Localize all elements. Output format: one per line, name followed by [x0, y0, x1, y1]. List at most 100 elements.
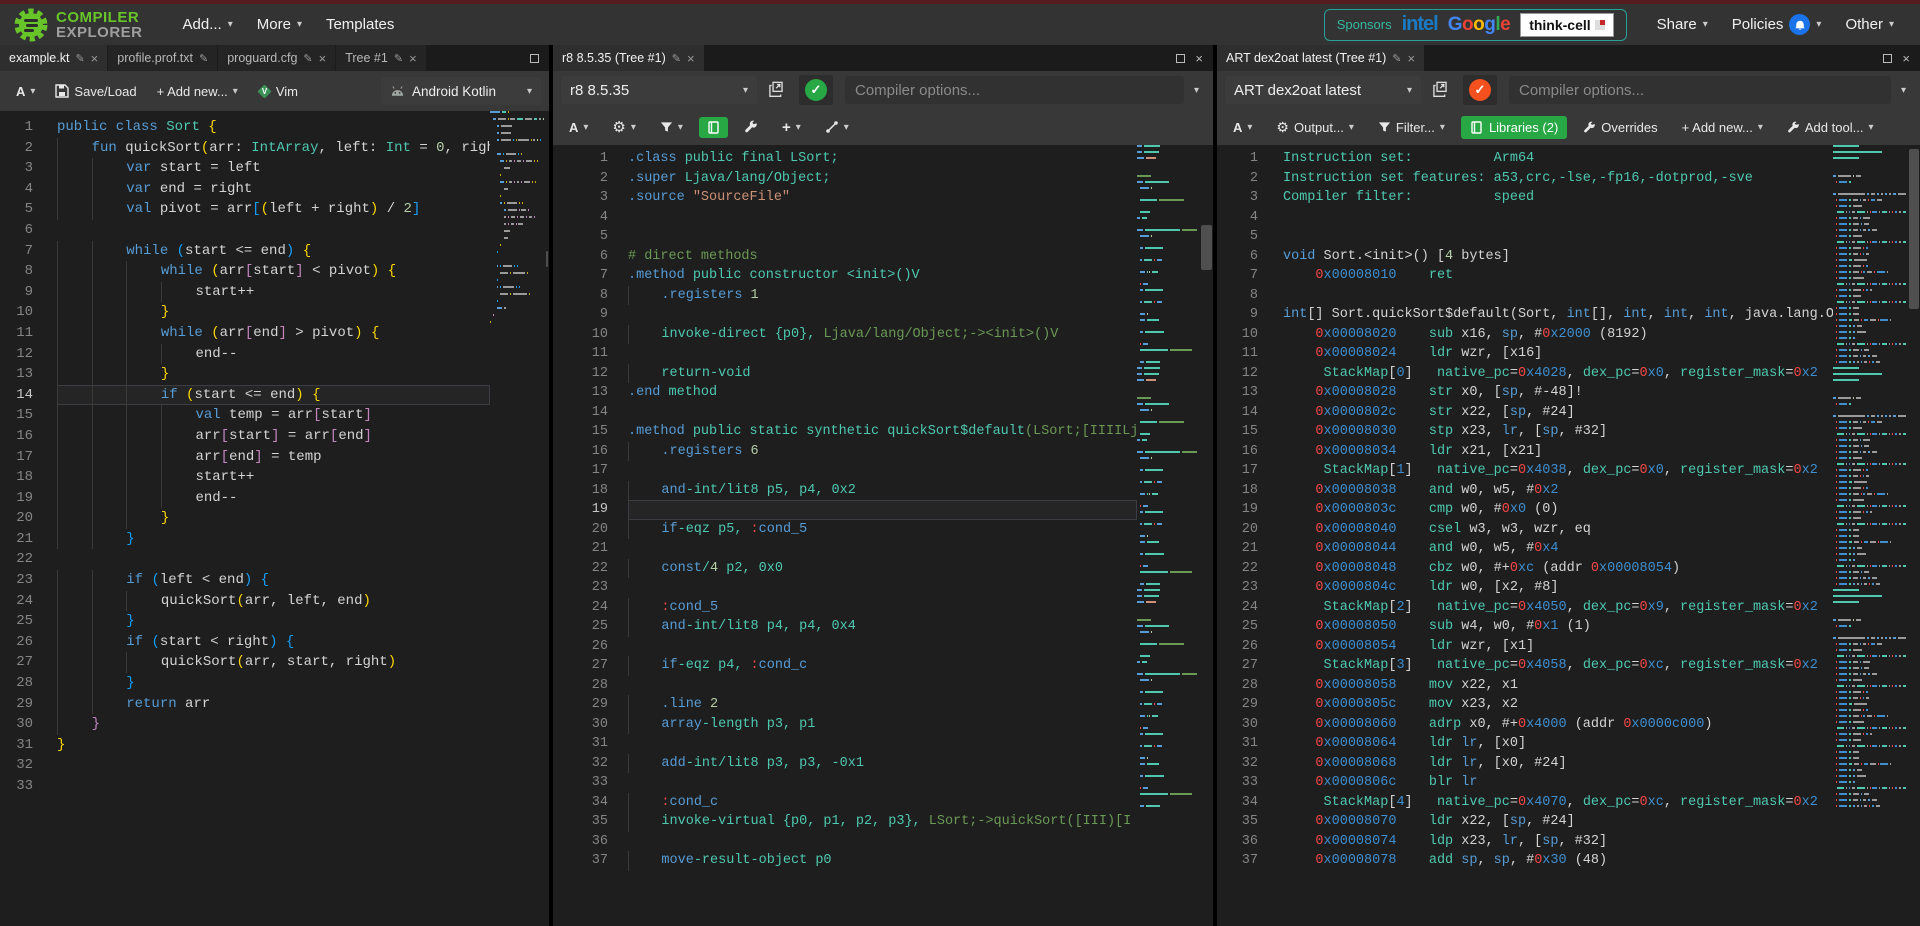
compiler-options-input[interactable]: Compiler options... [845, 76, 1184, 104]
language-select[interactable]: Android Kotlin ▾ [381, 77, 541, 105]
code-line[interactable] [628, 539, 1137, 559]
scrollbar[interactable] [1908, 145, 1920, 926]
code-line[interactable]: } [57, 673, 490, 694]
tab-r8[interactable]: r8 8.5.35 (Tree #1) ✎ × [553, 45, 704, 71]
code-line[interactable]: StackMap[4] native_pc=0x4070, dex_pc=0xc… [1283, 793, 1833, 813]
tab-example-kt[interactable]: example.kt ✎ × [0, 45, 108, 71]
code-line[interactable]: Instruction set features: a53,crc,-lse,-… [1283, 169, 1833, 189]
code-line[interactable]: 0x00008048 cbz w0, #+0xc (addr 0x0000805… [1283, 559, 1833, 579]
code-line[interactable]: .end method [628, 383, 1137, 403]
output-button[interactable]: ⚙ Output... ▾ [1268, 114, 1361, 141]
code-line[interactable]: return arr [57, 693, 490, 715]
art-code-editor[interactable]: 1 2 3 4 5 6 7 8 9 10 11 12 13 14 15 16 17 18 19 20 21 22 23 24 2… [1217, 145, 1920, 926]
code-line[interactable] [1283, 208, 1833, 228]
r8-code-editor[interactable]: 1 2 3 4 5 6 7 8 9 10 11 12 13 14 15 16 17 18 19 20 21 22 23 24 2… [553, 145, 1213, 926]
code-line[interactable] [628, 676, 1137, 696]
code-line[interactable]: 0x00008040 csel w3, w3, wzr, eq [1283, 520, 1833, 540]
code-line[interactable]: StackMap[1] native_pc=0x4038, dex_pc=0x0… [1283, 461, 1833, 481]
code-line[interactable] [628, 500, 1137, 520]
code-line[interactable]: .source "SourceFile" [628, 188, 1137, 208]
code-area[interactable]: public class Sort { fun quickSort(arr: I… [57, 111, 490, 926]
code-line[interactable]: 0x0000805c mov x23, x2 [1283, 695, 1833, 715]
tools-wrench-button[interactable] [736, 115, 766, 139]
rename-icon[interactable]: ✎ [672, 52, 681, 65]
tab-tree-1[interactable]: Tree #1 ✎ × [336, 45, 426, 71]
compiler-select[interactable]: r8 8.5.35 ▾ [561, 76, 757, 104]
code-line[interactable]: start++ [57, 467, 490, 488]
scrollbar-thumb[interactable] [1909, 149, 1919, 309]
tab-proguard-cfg[interactable]: proguard.cfg ✎ × [218, 45, 336, 71]
think-cell-logo[interactable]: think-cell [1520, 12, 1614, 37]
rename-icon[interactable]: ✎ [199, 52, 208, 65]
code-line[interactable] [628, 461, 1137, 481]
code-line[interactable]: 0x00008020 sub x16, sp, #0x2000 (8192) [1283, 325, 1833, 345]
compiler-select[interactable]: ART dex2oat latest ▾ [1225, 76, 1421, 104]
close-icon[interactable]: × [1195, 51, 1203, 66]
menu-policies[interactable]: Policies ▾ [1720, 8, 1834, 41]
code-line[interactable]: if-eqz p4, :cond_c [628, 656, 1137, 676]
libraries-button[interactable]: Libraries (2) [1460, 115, 1568, 139]
minimap[interactable] [490, 111, 545, 926]
code-line[interactable]: if (start <= end) { [57, 384, 490, 406]
code-line[interactable]: 0x00008044 and w0, w5, #0x4 [1283, 539, 1833, 559]
code-line[interactable]: while (start <= end) { [57, 240, 490, 262]
code-line[interactable] [628, 734, 1137, 754]
code-line[interactable]: arr[end] = temp [57, 446, 490, 468]
code-line[interactable]: and-int/lit8 p5, p4, 0x2 [628, 480, 1137, 500]
code-line[interactable]: 0x0000804c ldr w0, [x2, #8] [1283, 578, 1833, 598]
font-size-button[interactable]: A ▾ [1225, 115, 1260, 140]
code-line[interactable]: StackMap[2] native_pc=0x4050, dex_pc=0x9… [1283, 598, 1833, 618]
overrides-button[interactable]: Overrides [1575, 115, 1665, 140]
code-area[interactable]: Instruction set: Arm64 Instruction set fe… [1283, 145, 1833, 926]
code-line[interactable]: 0x00008030 stp x23, lr, [sp, #32] [1283, 422, 1833, 442]
code-line[interactable]: StackMap[3] native_pc=0x4058, dex_pc=0xc… [1283, 656, 1833, 676]
code-line[interactable]: start++ [57, 281, 490, 303]
font-size-button[interactable]: A ▾ [561, 115, 596, 140]
code-line[interactable]: fun quickSort(arr: IntArray, left: Int =… [57, 137, 490, 159]
add-tool-button[interactable]: Add tool... ▾ [1779, 115, 1882, 140]
open-in-new-window-icon[interactable] [769, 81, 787, 99]
code-line[interactable]: 0x00008070 ldr x22, [sp, #24] [1283, 812, 1833, 832]
compiler-explorer-logo[interactable]: COMPILER EXPLORER [14, 8, 143, 42]
code-line[interactable] [628, 403, 1137, 423]
code-line[interactable]: } [57, 611, 490, 632]
minimap[interactable] [1137, 145, 1197, 926]
code-line[interactable]: .registers 6 [628, 441, 1137, 461]
save-load-button[interactable]: Save/Load [47, 79, 144, 104]
close-icon[interactable]: × [1902, 51, 1910, 66]
code-line[interactable]: # direct methods [628, 247, 1137, 267]
code-line[interactable] [628, 637, 1137, 657]
code-line[interactable]: } [57, 302, 490, 323]
vim-toggle-button[interactable]: V Vim [250, 79, 306, 104]
code-line[interactable]: quickSort(arr, start, right) [57, 652, 490, 674]
code-line[interactable]: if-eqz p5, :cond_5 [628, 519, 1137, 539]
code-line[interactable]: .method public static synthetic quickSor… [628, 422, 1137, 442]
code-line[interactable]: while (arr[end] > pivot) { [57, 322, 490, 344]
code-line[interactable]: quickSort(arr, left, end) [57, 590, 490, 612]
open-in-new-window-icon[interactable] [1433, 81, 1451, 99]
menu-more[interactable]: More ▾ [245, 10, 314, 39]
code-line[interactable] [628, 227, 1137, 247]
code-line[interactable]: StackMap[0] native_pc=0x4028, dex_pc=0x0… [1283, 364, 1833, 384]
code-line[interactable]: .line 2 [628, 695, 1137, 715]
code-line[interactable]: 0x0000803c cmp w0, #0x0 (0) [1283, 500, 1833, 520]
code-line[interactable] [1283, 286, 1833, 306]
code-line[interactable] [628, 305, 1137, 325]
menu-templates[interactable]: Templates [314, 10, 406, 39]
maximize-icon[interactable] [1883, 53, 1893, 63]
code-line[interactable]: and-int/lit8 p4, p4, 0x4 [628, 617, 1137, 637]
code-line[interactable]: .registers 1 [628, 285, 1137, 305]
scrollbar[interactable] [1200, 145, 1213, 926]
code-line[interactable]: invoke-direct {p0}, Ljava/lang/Object;->… [628, 324, 1137, 344]
code-line[interactable]: 0x00008028 str x0, [sp, #-48]! [1283, 383, 1833, 403]
code-line[interactable]: 0x00008060 adrp x0, #+0x4000 (addr 0x000… [1283, 715, 1833, 735]
code-line[interactable]: 0x0000806c blr lr [1283, 773, 1833, 793]
code-area[interactable]: .class public final LSort; .super Ljava/l… [628, 145, 1137, 926]
code-line[interactable] [1283, 227, 1833, 247]
close-icon[interactable]: × [91, 51, 99, 66]
rename-icon[interactable]: ✎ [303, 52, 312, 65]
code-line[interactable]: .method public constructor <init>()V [628, 266, 1137, 286]
code-line[interactable]: void Sort.<init>() [4 bytes] [1283, 247, 1833, 267]
scrollbar-thumb[interactable] [1201, 225, 1212, 270]
code-line[interactable] [628, 208, 1137, 228]
